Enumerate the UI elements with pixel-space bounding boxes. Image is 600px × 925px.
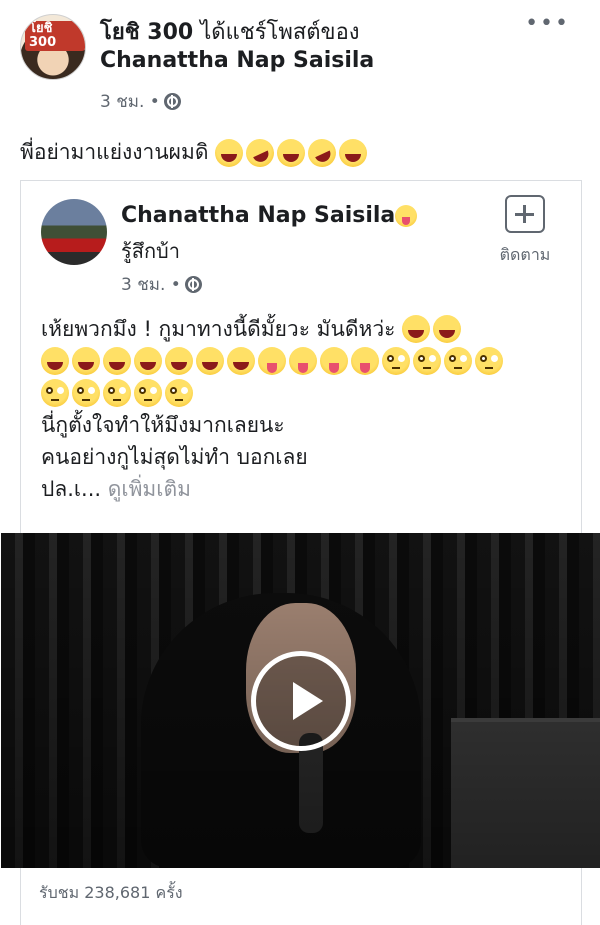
body-text: ปล.เ... — [41, 477, 102, 501]
flushed-emoji-icon — [72, 379, 100, 407]
body-line: นี่กูตั้งใจทำให้มึงมากเลยนะ — [41, 413, 285, 437]
crazy-face-emoji-icon — [289, 347, 317, 375]
joy-emoji-icon — [227, 347, 255, 375]
view-count: รับชม 238,681 ครั้ง — [39, 883, 183, 902]
shared-author-avatar[interactable] — [41, 199, 107, 265]
author-name[interactable]: โยชิ 300 — [100, 20, 193, 45]
post-time[interactable]: 3 ชม. • — [100, 88, 160, 115]
joy-emoji-icon — [103, 347, 131, 375]
post-header: โยชิ 300 โยชิ 300 ได้แชร์โพสต์ของ Chanat… — [0, 0, 600, 120]
post-text-content: พี่อย่ามาแย่งงานผมดิ — [20, 140, 209, 164]
post-text: พี่อย่ามาแย่งงานผมดิ — [20, 134, 370, 172]
flushed-emoji-icon — [103, 379, 131, 407]
joy-emoji-icon — [72, 347, 100, 375]
crazy-face-emoji-icon — [351, 347, 379, 375]
joy-emoji-icon — [339, 139, 368, 167]
post-meta: 3 ชม. • — [100, 88, 181, 115]
joy-emoji-icon — [134, 347, 162, 375]
crazy-face-emoji-icon — [320, 347, 348, 375]
crazy-face-emoji-icon — [258, 347, 286, 375]
joy-emoji-icon — [433, 315, 462, 343]
joy-emoji-icon — [196, 347, 224, 375]
emoji-row — [41, 345, 571, 377]
follow-label: ติดตาม — [499, 245, 551, 264]
follow-button[interactable]: ติดตาม — [485, 195, 565, 268]
flushed-emoji-icon — [413, 347, 441, 375]
shared-post-meta: 3 ชม. • — [121, 271, 202, 298]
feeling-text: รู้สึกบ้า — [121, 239, 180, 263]
rofl-emoji-icon — [303, 134, 341, 172]
shared-from-name[interactable]: Chanattha Nap Saisila — [100, 48, 374, 73]
flushed-emoji-icon — [134, 379, 162, 407]
share-action-text: ได้แชร์โพสต์ของ — [193, 20, 360, 45]
flushed-emoji-icon — [444, 347, 472, 375]
joy-emoji-icon — [277, 139, 306, 167]
joy-emoji-icon — [165, 347, 193, 375]
see-more-link[interactable]: ดูเพิ่มเติม — [108, 473, 191, 505]
flushed-emoji-icon — [382, 347, 410, 375]
flushed-emoji-icon — [41, 379, 69, 407]
flushed-emoji-icon — [475, 347, 503, 375]
body-line: เห้ยพวกมึง ! กูมาทางนี้ดีมั้ยวะ มันดีหว่… — [41, 313, 571, 345]
shared-author-name[interactable]: Chanattha Nap Saisila — [121, 203, 395, 228]
joy-emoji-icon — [41, 347, 69, 375]
flushed-emoji-icon — [165, 379, 193, 407]
crazy-face-emoji-icon — [395, 204, 418, 227]
shared-post-time[interactable]: 3 ชม. • — [121, 271, 181, 298]
globe-icon — [163, 93, 181, 110]
play-icon[interactable] — [251, 651, 351, 751]
shared-post-body: เห้ยพวกมึง ! กูมาทางนี้ดีมั้ยวะ มันดีหว่… — [41, 313, 571, 505]
avatar-badge: โยชิ 300 — [25, 21, 85, 51]
body-line: คนอย่างกูไม่สุดไม่ทำ บอกเลย — [41, 445, 308, 469]
emoji-row — [41, 377, 571, 409]
globe-icon — [184, 276, 202, 293]
more-options-button[interactable]: ••• — [525, 13, 570, 35]
shared-author-row: Chanattha Nap Saisila — [121, 203, 420, 228]
author-avatar[interactable]: โยชิ 300 — [20, 14, 86, 80]
body-line: ปล.เ... ดูเพิ่มเติม — [41, 473, 571, 505]
shared-post-card[interactable]: Chanattha Nap Saisila รู้สึกบ้า 3 ชม. • … — [1, 180, 600, 925]
joy-emoji-icon — [215, 139, 244, 167]
body-text: เห้ยพวกมึง ! กูมาทางนี้ดีมั้ยวะ มันดีหว่… — [41, 317, 396, 341]
post-headline: โยชิ 300 ได้แชร์โพสต์ของ — [100, 14, 360, 49]
joy-emoji-icon — [402, 315, 431, 343]
video-player[interactable] — [1, 533, 600, 868]
follow-add-icon — [505, 195, 545, 233]
rofl-emoji-icon — [241, 134, 279, 172]
